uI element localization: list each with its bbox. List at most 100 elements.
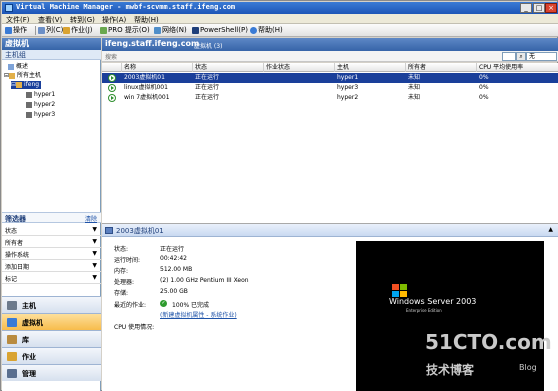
tree-item-hyper2[interactable]: hyper2 xyxy=(26,101,55,109)
detail-label-cpu-usage: CPU 使用情况: xyxy=(114,324,155,331)
table-row[interactable]: 2003虚拟机01 正在运行 hyper1 未知 0% xyxy=(102,73,558,83)
title-bar: Virtual Machine Manager - mwbf-scvmm.sta… xyxy=(2,2,558,14)
detail-value-uptime: 00:42:42 xyxy=(160,255,187,262)
filter-os[interactable]: 操作系统 ▼ xyxy=(2,248,101,260)
hosts-icon xyxy=(7,301,17,310)
column-header-host[interactable]: 主机 xyxy=(335,63,406,72)
column-header-name[interactable]: 名称 xyxy=(122,63,193,72)
search-scope-select[interactable]: 无 xyxy=(526,52,557,61)
table-header: 名称 状态 作业状态 主机 所有者 CPU 平均使用率 xyxy=(102,63,558,72)
toolbar-jobs-label: 作业(J) xyxy=(71,26,93,34)
table-row[interactable]: win 7虚拟机001 正在运行 hyper2 未知 0% xyxy=(102,93,558,103)
search-input[interactable] xyxy=(502,52,516,61)
thumbnail-os-name: Windows Server 2003 xyxy=(389,297,477,306)
nav-jobs[interactable]: 作业 xyxy=(2,347,101,364)
filter-clear-link[interactable]: 清除 xyxy=(85,214,97,223)
overview-icon xyxy=(8,63,14,70)
nav-label: 主机 xyxy=(22,302,36,310)
detail-value-processor: (2) 1.00 GHz Pentium III Xeon xyxy=(160,277,249,284)
help-icon xyxy=(250,26,257,34)
nav-administration[interactable]: 管理 xyxy=(2,364,101,381)
toolbar-powershell-button[interactable]: PowerShell(P) xyxy=(192,25,248,36)
search-icon[interactable]: ⌕ xyxy=(516,52,526,61)
column-header-icon[interactable] xyxy=(102,63,122,72)
tree-item-overview[interactable]: 概述 xyxy=(8,63,28,71)
detail-label-storage: 存储: xyxy=(114,290,129,297)
chevron-down-icon: ▼ xyxy=(92,250,97,257)
maximize-button[interactable]: □ xyxy=(533,3,545,13)
toolbar-actions-label: 操作 xyxy=(13,26,27,34)
toolbar-pro-button[interactable]: PRO 提示(O) xyxy=(100,25,150,36)
column-header-status[interactable]: 状态 xyxy=(193,63,264,72)
column-header-owner[interactable]: 所有者 xyxy=(406,63,477,72)
tree-item-ifeng[interactable]: ⊟ ifeng xyxy=(11,81,42,89)
main-title: ifeng.staff.ifeng.com xyxy=(105,39,200,48)
close-button[interactable]: × xyxy=(545,3,557,13)
tree-item-label: hyper2 xyxy=(34,101,56,108)
vm-icon xyxy=(105,227,113,234)
nav-library[interactable]: 库 xyxy=(2,330,101,347)
search-scope-value: 无 xyxy=(529,53,536,60)
cell-name: 2003虚拟机01 xyxy=(124,74,165,81)
nav-label: 作业 xyxy=(22,353,36,361)
tree-item-hyper3[interactable]: hyper3 xyxy=(26,111,55,119)
filter-date-added[interactable]: 添加日期 ▼ xyxy=(2,260,101,272)
filter-header: 筛选器 清除 xyxy=(2,212,101,223)
app-icon xyxy=(5,4,13,12)
filter-status[interactable]: 状态 ▼ xyxy=(2,224,101,236)
column-header-cpu[interactable]: CPU 平均使用率 xyxy=(477,63,558,72)
navigation-pane: 虚拟机 主机组 概述 ⊟ 所有主机 ⊟ ifeng hyper1 hyper2 hy… xyxy=(2,38,101,391)
jobs-icon xyxy=(63,26,70,34)
detail-label-memory: 内存: xyxy=(114,268,129,275)
main-subtitle: 虚拟机 (3) xyxy=(194,43,223,50)
filter-label: 添加日期 xyxy=(5,264,30,271)
vm-icon xyxy=(7,318,17,327)
running-icon xyxy=(108,84,116,92)
nav-virtual-machines[interactable]: 虚拟机 xyxy=(2,313,101,330)
search-bar: 搜索 ⌕ 无 xyxy=(102,51,558,62)
table-row[interactable]: linux虚拟机001 正在运行 hyper3 未知 0% xyxy=(102,83,558,93)
app-window: Virtual Machine Manager - mwbf-scvmm.sta… xyxy=(0,0,558,391)
tree-item-hyper1[interactable]: hyper1 xyxy=(26,91,55,99)
filter-label: 操作系统 xyxy=(5,252,30,259)
check-icon: ✓ xyxy=(160,300,167,307)
cell-owner: 未知 xyxy=(408,94,421,101)
recent-job-link[interactable]: (新建虚拟机属性 - 系统作业) xyxy=(160,310,237,319)
thumbnail-os-edition: Enterprise Edition xyxy=(406,308,442,313)
detail-value-status: 正在运行 xyxy=(160,246,185,253)
detail-value-memory: 512.00 MB xyxy=(160,266,193,273)
tree-item-label: 概述 xyxy=(16,63,29,70)
filter-tags[interactable]: 标记 ▼ xyxy=(2,272,101,284)
toolbar-powershell-label: PowerShell(P) xyxy=(200,26,248,34)
server-icon xyxy=(26,91,32,98)
detail-label-processor: 处理器: xyxy=(114,279,135,286)
server-icon xyxy=(26,101,32,108)
cell-cpu: 0% xyxy=(479,74,489,81)
chevron-down-icon: ▼ xyxy=(92,274,97,281)
detail-pane: 2003虚拟机01 ▲ 状态: 正在运行 运行时间: 00:42:42 内存: … xyxy=(102,223,558,391)
toolbar-columns-button[interactable]: 列(C) xyxy=(38,25,63,36)
watermark-site: 51CTO.com xyxy=(425,330,552,354)
navigation-title: 虚拟机 xyxy=(2,38,101,50)
toolbar-jobs-button[interactable]: 作业(J) xyxy=(63,25,93,36)
watermark-blog: Blog xyxy=(519,363,537,372)
filter-label: 所有者 xyxy=(5,240,24,247)
filter-owner[interactable]: 所有者 ▼ xyxy=(2,236,101,248)
search-label: 搜索 xyxy=(105,54,118,61)
tree-item-label: ifeng xyxy=(24,81,40,88)
toolbar-help-button[interactable]: 帮助(H) xyxy=(250,25,283,36)
collapse-icon[interactable]: ▲ xyxy=(548,226,553,233)
running-icon xyxy=(108,74,116,82)
cell-cpu: 0% xyxy=(479,84,489,91)
tree-item-label: hyper1 xyxy=(34,91,56,98)
nav-hosts[interactable]: 主机 xyxy=(2,296,101,313)
toolbar-network-button[interactable]: 网络(N) xyxy=(154,25,187,36)
column-header-job-status[interactable]: 作业状态 xyxy=(264,63,335,72)
filter-title: 筛选器 xyxy=(5,215,26,223)
nav-label: 管理 xyxy=(22,370,36,378)
tree-item-all-hosts[interactable]: ⊟ 所有主机 xyxy=(4,72,41,80)
toolbar-actions-button[interactable]: 操作 xyxy=(5,25,27,36)
minimize-button[interactable]: _ xyxy=(520,3,532,13)
chevron-down-icon: ▼ xyxy=(92,262,97,269)
cell-job-status xyxy=(264,83,335,93)
